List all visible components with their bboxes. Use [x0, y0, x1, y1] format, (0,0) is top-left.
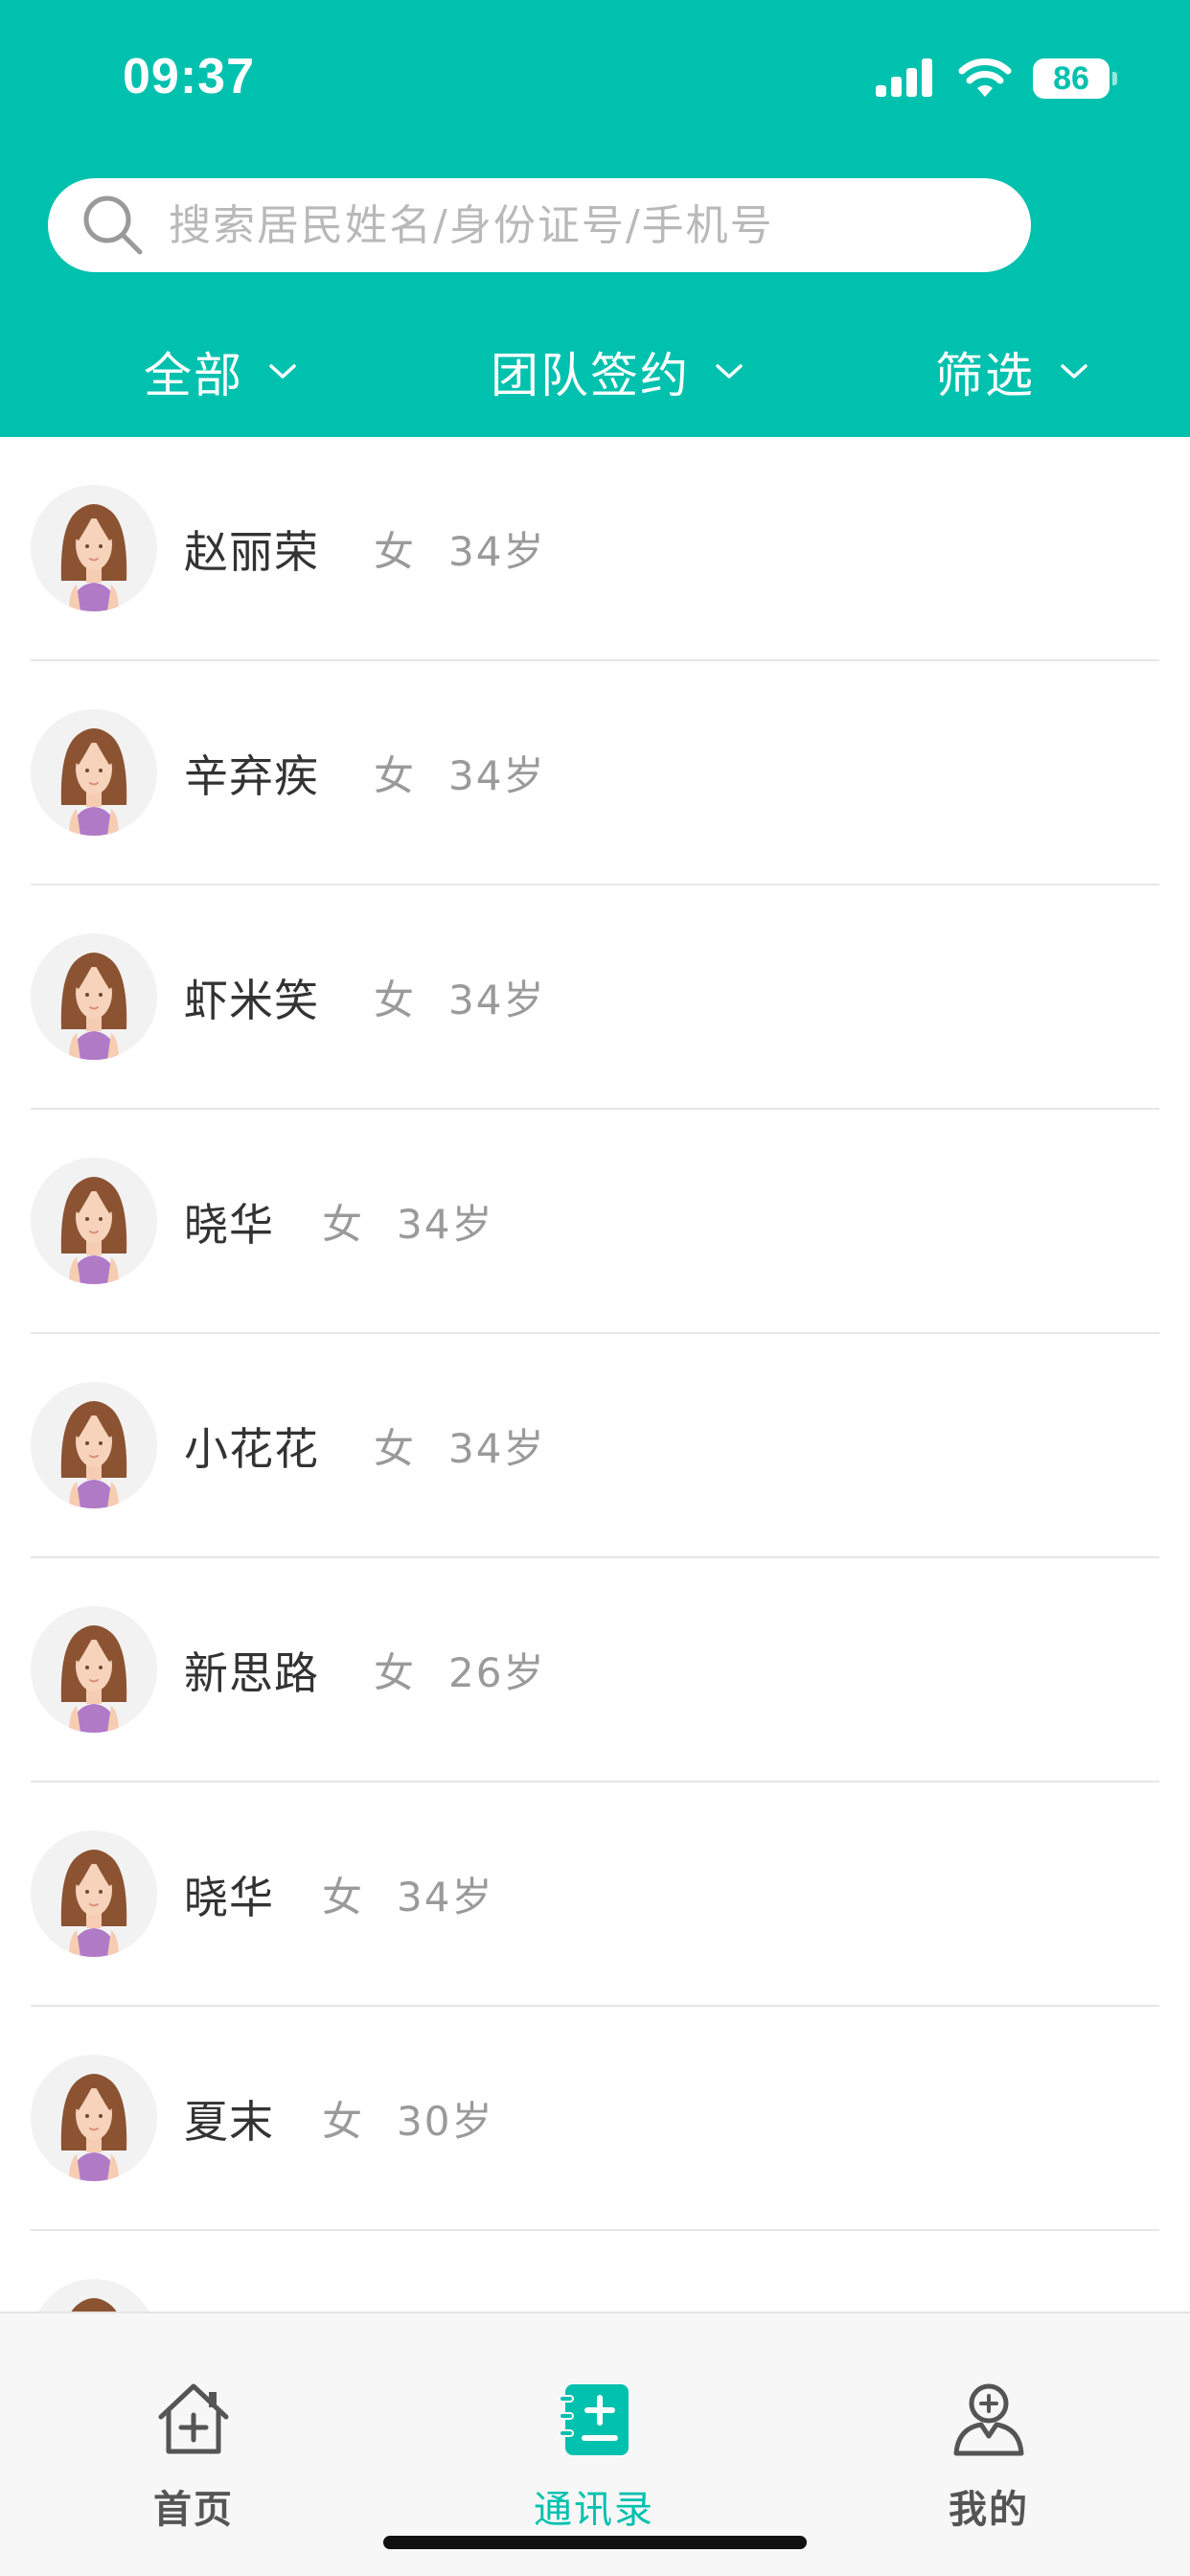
- resident-age: 30岁: [397, 2098, 494, 2145]
- resident-age: 34岁: [448, 528, 546, 575]
- filter-all-label: 全部: [144, 348, 243, 403]
- avatar: [31, 1158, 157, 1284]
- avatar: [31, 1606, 157, 1733]
- tab-home[interactable]: 首页: [79, 2379, 309, 2532]
- wifi-icon: [958, 58, 1012, 97]
- list-item[interactable]: 辛弃疾 女 34岁: [0, 661, 1190, 886]
- list-item[interactable]: 小花花 女 34岁: [0, 1334, 1190, 1558]
- resident-name: 虾米笑: [184, 975, 319, 1026]
- resident-name: 夏末: [184, 2096, 274, 2148]
- tab-mine-label: 我的: [949, 2488, 1029, 2532]
- avatar: [31, 1382, 157, 1508]
- cellular-signal-icon: [876, 58, 932, 97]
- list-item[interactable]: 赵丽荣 女 34岁: [0, 437, 1190, 661]
- tab-mine[interactable]: 我的: [874, 2379, 1104, 2532]
- resident-name: 小花花: [184, 1423, 319, 1475]
- filter-screen-label: 筛选: [935, 348, 1035, 403]
- filter-bar: 全部 团队签约 筛选: [0, 334, 1190, 410]
- avatar: [31, 485, 157, 611]
- list-item[interactable]: 虾米笑 女 34岁: [0, 886, 1190, 1110]
- tab-home-label: 首页: [153, 2488, 234, 2532]
- list-item[interactable]: 夏末 女 30岁: [0, 2007, 1190, 2231]
- avatar: [31, 709, 157, 836]
- home-indicator: [383, 2536, 807, 2549]
- resident-name: 晓华: [184, 1872, 274, 1923]
- search-icon: [83, 196, 143, 255]
- resident-age: 34岁: [448, 977, 546, 1024]
- resident-age: 34岁: [397, 1874, 494, 1920]
- resident-gender: 女: [374, 1649, 415, 1696]
- app-header: 09:37 86 全部 团队签约: [0, 0, 1190, 437]
- filter-team-sign-label: 团队签约: [491, 348, 690, 403]
- status-icons: 86: [876, 56, 1117, 102]
- chevron-down-icon: [269, 364, 296, 379]
- resident-age: 34岁: [448, 752, 546, 799]
- chevron-down-icon: [716, 364, 743, 379]
- list-item[interactable]: 新思路 女 26岁: [0, 1558, 1190, 1782]
- filter-screen-dropdown[interactable]: 筛选: [935, 334, 1088, 410]
- filter-team-sign-dropdown[interactable]: 团队签约: [491, 334, 744, 410]
- resident-list: 赵丽荣 女 34岁 辛弃疾 女 34岁 虾米笑 女 34岁 晓华 女 34岁 小…: [0, 437, 1190, 2455]
- avatar: [31, 2055, 157, 2181]
- resident-gender: 女: [374, 977, 415, 1024]
- resident-name: 赵丽荣: [184, 526, 319, 578]
- resident-gender: 女: [322, 2098, 363, 2145]
- resident-gender: 女: [322, 1874, 363, 1920]
- resident-age: 34岁: [448, 1425, 546, 1472]
- resident-age: 26岁: [448, 1649, 546, 1696]
- resident-gender: 女: [374, 528, 415, 575]
- tab-contacts-label: 通讯录: [534, 2488, 654, 2532]
- avatar: [31, 1830, 157, 1957]
- resident-age: 34岁: [397, 1201, 494, 1248]
- avatar: [31, 933, 157, 1060]
- chevron-down-icon: [1061, 364, 1087, 379]
- resident-gender: 女: [322, 1201, 363, 1248]
- battery-icon: 86: [1033, 58, 1117, 99]
- list-item[interactable]: 晓华 女 34岁: [0, 1110, 1190, 1334]
- status-time: 09:37: [123, 49, 255, 104]
- list-item[interactable]: 晓华 女 34岁: [0, 1782, 1190, 2007]
- resident-name: 新思路: [184, 1647, 319, 1699]
- filter-all-dropdown[interactable]: 全部: [144, 334, 297, 410]
- user-profile-icon: [949, 2379, 1029, 2459]
- search-input[interactable]: [169, 200, 993, 250]
- tab-contacts[interactable]: 通讯录: [479, 2379, 709, 2532]
- resident-name: 晓华: [184, 1199, 274, 1251]
- resident-gender: 女: [374, 1425, 415, 1472]
- resident-name: 辛弃疾: [184, 750, 319, 802]
- battery-level: 86: [1053, 59, 1089, 97]
- search-bar[interactable]: [48, 178, 1031, 272]
- contacts-book-icon: [554, 2379, 634, 2459]
- home-icon: [153, 2379, 234, 2459]
- resident-gender: 女: [374, 752, 415, 799]
